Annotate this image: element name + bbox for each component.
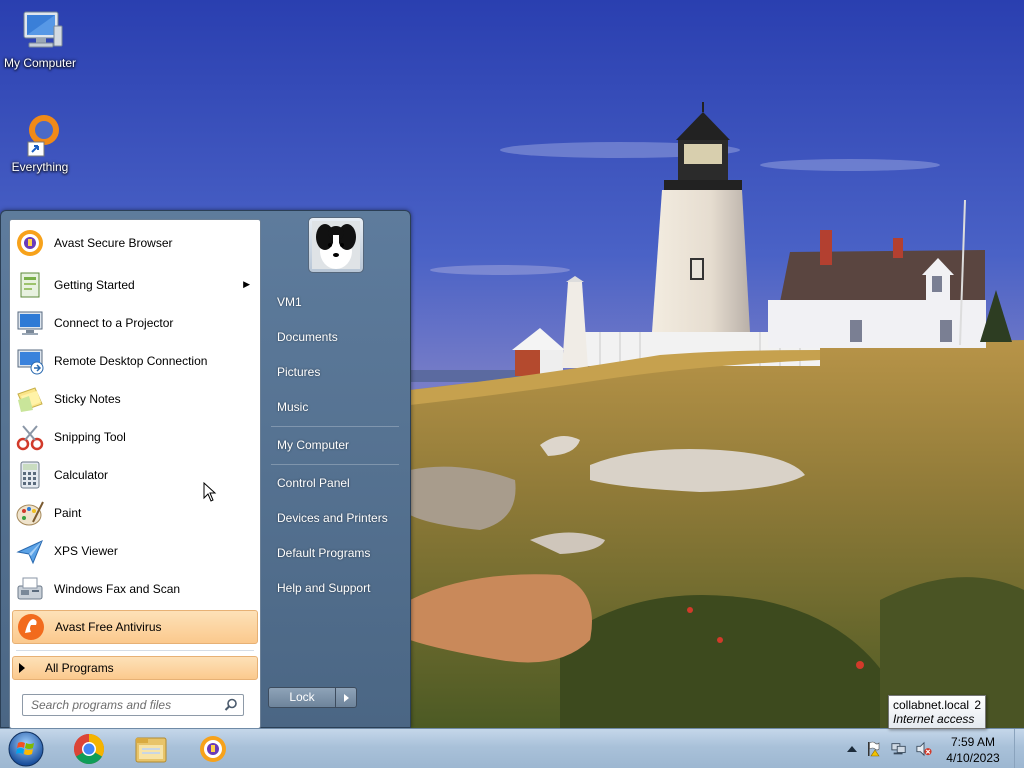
program-remote-desktop[interactable]: Remote Desktop Connection (12, 344, 258, 378)
start-menu-programs-pane: Avast Secure Browser Getting Started ▶ C… (9, 219, 261, 729)
search-icon[interactable] (224, 698, 238, 715)
taskbar-chrome[interactable] (62, 731, 116, 767)
xps-viewer-icon (14, 535, 46, 567)
start-link-help-and-support[interactable]: Help and Support (267, 574, 401, 602)
program-avast-secure-browser[interactable]: Avast Secure Browser (12, 226, 258, 260)
tooltip-network-number: 2 (974, 698, 981, 712)
windows-start-orb-icon (8, 731, 44, 767)
all-programs-button[interactable]: All Programs (12, 656, 258, 680)
taskbar-file-explorer[interactable] (124, 731, 178, 767)
taskbar: 7:59 AM 4/10/2023 (0, 728, 1024, 768)
tray-network[interactable] (891, 741, 907, 757)
start-menu: Avast Secure Browser Getting Started ▶ C… (0, 210, 411, 729)
program-connect-to-projector[interactable]: Connect to a Projector (12, 306, 258, 340)
right-pane-divider (271, 464, 399, 465)
clock-time: 7:59 AM (950, 735, 996, 749)
scissors-icon (14, 421, 46, 453)
paint-palette-icon (14, 497, 46, 529)
speaker-muted-icon (916, 741, 932, 757)
remote-desktop-icon (14, 345, 46, 377)
calculator-icon (14, 459, 46, 491)
start-link-devices-and-printers[interactable]: Devices and Printers (267, 504, 401, 532)
chevron-right-icon (343, 693, 349, 702)
program-getting-started[interactable]: Getting Started ▶ (12, 268, 258, 302)
programs-divider (16, 650, 254, 651)
desktop-icon-label: Everything (11, 160, 69, 174)
tray-action-center[interactable] (866, 741, 882, 757)
start-link-user-vm1[interactable]: VM1 (267, 288, 401, 316)
start-link-pictures[interactable]: Pictures (267, 358, 401, 386)
desktop-icon-my-computer[interactable]: My Computer (0, 8, 80, 70)
taskbar-clock[interactable]: 7:59 AM 4/10/2023 (936, 734, 1010, 766)
start-link-control-panel[interactable]: Control Panel (267, 469, 401, 497)
avast-browser-icon (14, 227, 46, 259)
right-pane-divider (271, 426, 399, 427)
shutdown-options-arrow[interactable] (336, 687, 357, 708)
program-avast-free-antivirus[interactable]: Avast Free Antivirus (12, 610, 258, 644)
play-arrow-icon (19, 663, 25, 673)
program-xps-viewer[interactable]: XPS Viewer (12, 534, 258, 568)
fax-icon (14, 573, 46, 605)
lock-button[interactable]: Lock (268, 687, 336, 708)
everything-search-icon (27, 115, 59, 157)
dog-avatar-icon (312, 221, 360, 269)
show-hidden-icons[interactable] (844, 741, 860, 757)
tray-volume-muted[interactable] (916, 741, 932, 757)
file-explorer-icon (135, 737, 167, 763)
taskbar-avast-secure-browser[interactable] (186, 731, 240, 767)
submenu-arrow-icon: ▶ (243, 279, 250, 289)
tooltip-network-name: collabnet.local (893, 698, 970, 712)
start-link-my-computer[interactable]: My Computer (267, 431, 401, 459)
mouse-cursor-icon (203, 482, 217, 502)
program-snipping-tool[interactable]: Snipping Tool (12, 420, 258, 454)
tooltip-network-status: Internet access (893, 712, 975, 726)
start-link-music[interactable]: Music (267, 393, 401, 421)
show-desktop-button[interactable] (1014, 729, 1024, 768)
program-windows-fax-and-scan[interactable]: Windows Fax and Scan (12, 572, 258, 606)
network-tooltip: collabnet.local 2 Internet access (888, 695, 986, 729)
search-programs-box[interactable] (22, 694, 244, 716)
flag-warning-icon (868, 741, 880, 757)
projector-icon (14, 307, 46, 339)
avast-antivirus-icon (15, 611, 47, 643)
network-icon (891, 743, 906, 755)
start-link-default-programs[interactable]: Default Programs (267, 539, 401, 567)
computer-icon (23, 11, 63, 48)
program-calculator[interactable]: Calculator (12, 458, 258, 492)
search-programs-input[interactable] (29, 697, 223, 713)
avast-browser-icon (200, 736, 226, 762)
chrome-icon (73, 734, 105, 765)
sticky-notes-icon (14, 383, 46, 415)
program-sticky-notes[interactable]: Sticky Notes (12, 382, 258, 416)
program-paint[interactable]: Paint (12, 496, 258, 530)
start-link-documents[interactable]: Documents (267, 323, 401, 351)
desktop-icon-label: My Computer (3, 56, 77, 70)
getting-started-icon (14, 269, 46, 301)
user-avatar[interactable] (308, 217, 364, 273)
desktop-icon-everything[interactable]: Everything (0, 112, 80, 174)
clock-date: 4/10/2023 (946, 751, 1000, 765)
chevron-up-icon (847, 746, 857, 752)
start-button[interactable] (4, 730, 48, 768)
